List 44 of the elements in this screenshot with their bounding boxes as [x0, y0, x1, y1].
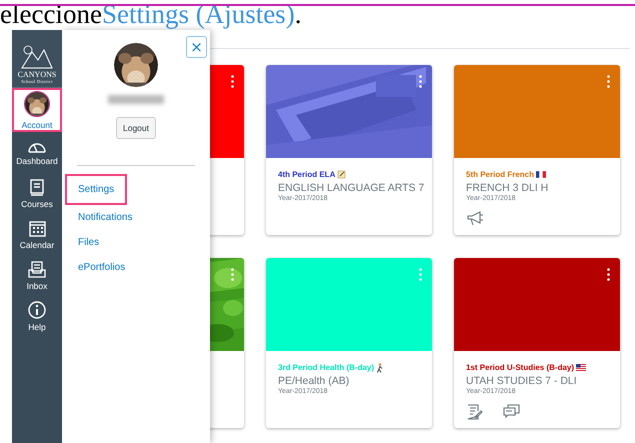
course-name: FRENCH 3 DLI H: [466, 182, 550, 194]
logout-button[interactable]: Logout: [116, 117, 156, 139]
course-nickname[interactable]: 1st Period U-Studies (B-day): [466, 363, 574, 372]
discussion-icon[interactable]: [503, 404, 520, 419]
more-options-icon[interactable]: [607, 268, 610, 281]
assignment-icon[interactable]: [467, 404, 483, 420]
calendar-icon: [28, 220, 46, 236]
megaphone-icon[interactable]: [467, 211, 484, 226]
tray-link[interactable]: Files: [65, 230, 112, 255]
nav-label: Courses: [21, 198, 53, 208]
instruction-text: .: [294, 0, 302, 29]
tray-link[interactable]: Notifications: [65, 205, 146, 230]
inbox-icon: [28, 260, 46, 278]
book-icon: [30, 178, 44, 196]
nav-label: Help: [28, 322, 46, 332]
course-name: UTAH STUDIES 7 - DLI: [466, 375, 578, 387]
close-button[interactable]: ×: [186, 36, 207, 58]
flag-icon: [536, 171, 546, 178]
info-icon: [28, 301, 46, 319]
nav-label: Account: [22, 120, 52, 130]
nav-item[interactable]: Help: [12, 296, 62, 337]
tray-link[interactable]: ePortfolios: [65, 255, 138, 280]
more-options-icon[interactable]: [419, 75, 422, 88]
nav-label: Dashboard: [16, 156, 58, 166]
course-nickname[interactable]: 5th Period French: [466, 170, 534, 179]
nav-item[interactable]: Dashboard: [12, 132, 62, 173]
nav-item[interactable]: Courses: [12, 173, 62, 214]
nav-label: Inbox: [26, 280, 48, 290]
settings-link[interactable]: Settings (Ajustes): [102, 0, 295, 29]
nav-item[interactable]: Calendar: [12, 214, 62, 255]
course-nickname[interactable]: 4th Period ELA: [278, 170, 336, 179]
nav-item[interactable]: Account: [12, 88, 62, 132]
flag-icon: [576, 364, 586, 371]
nav-label: Calendar: [20, 240, 54, 250]
mountain-icon: [20, 44, 54, 70]
tray-link[interactable]: Settings: [65, 174, 128, 205]
logo-text: CANYONS: [18, 70, 56, 79]
instruction-text: eleccione: [0, 0, 102, 29]
more-options-icon[interactable]: [607, 75, 610, 88]
nav-item[interactable]: Inbox: [12, 255, 62, 296]
walking-person-icon: [376, 362, 384, 372]
more-options-icon[interactable]: [231, 75, 234, 88]
course-name: PE/Health (AB): [278, 375, 350, 387]
memo-icon: [337, 170, 346, 179]
